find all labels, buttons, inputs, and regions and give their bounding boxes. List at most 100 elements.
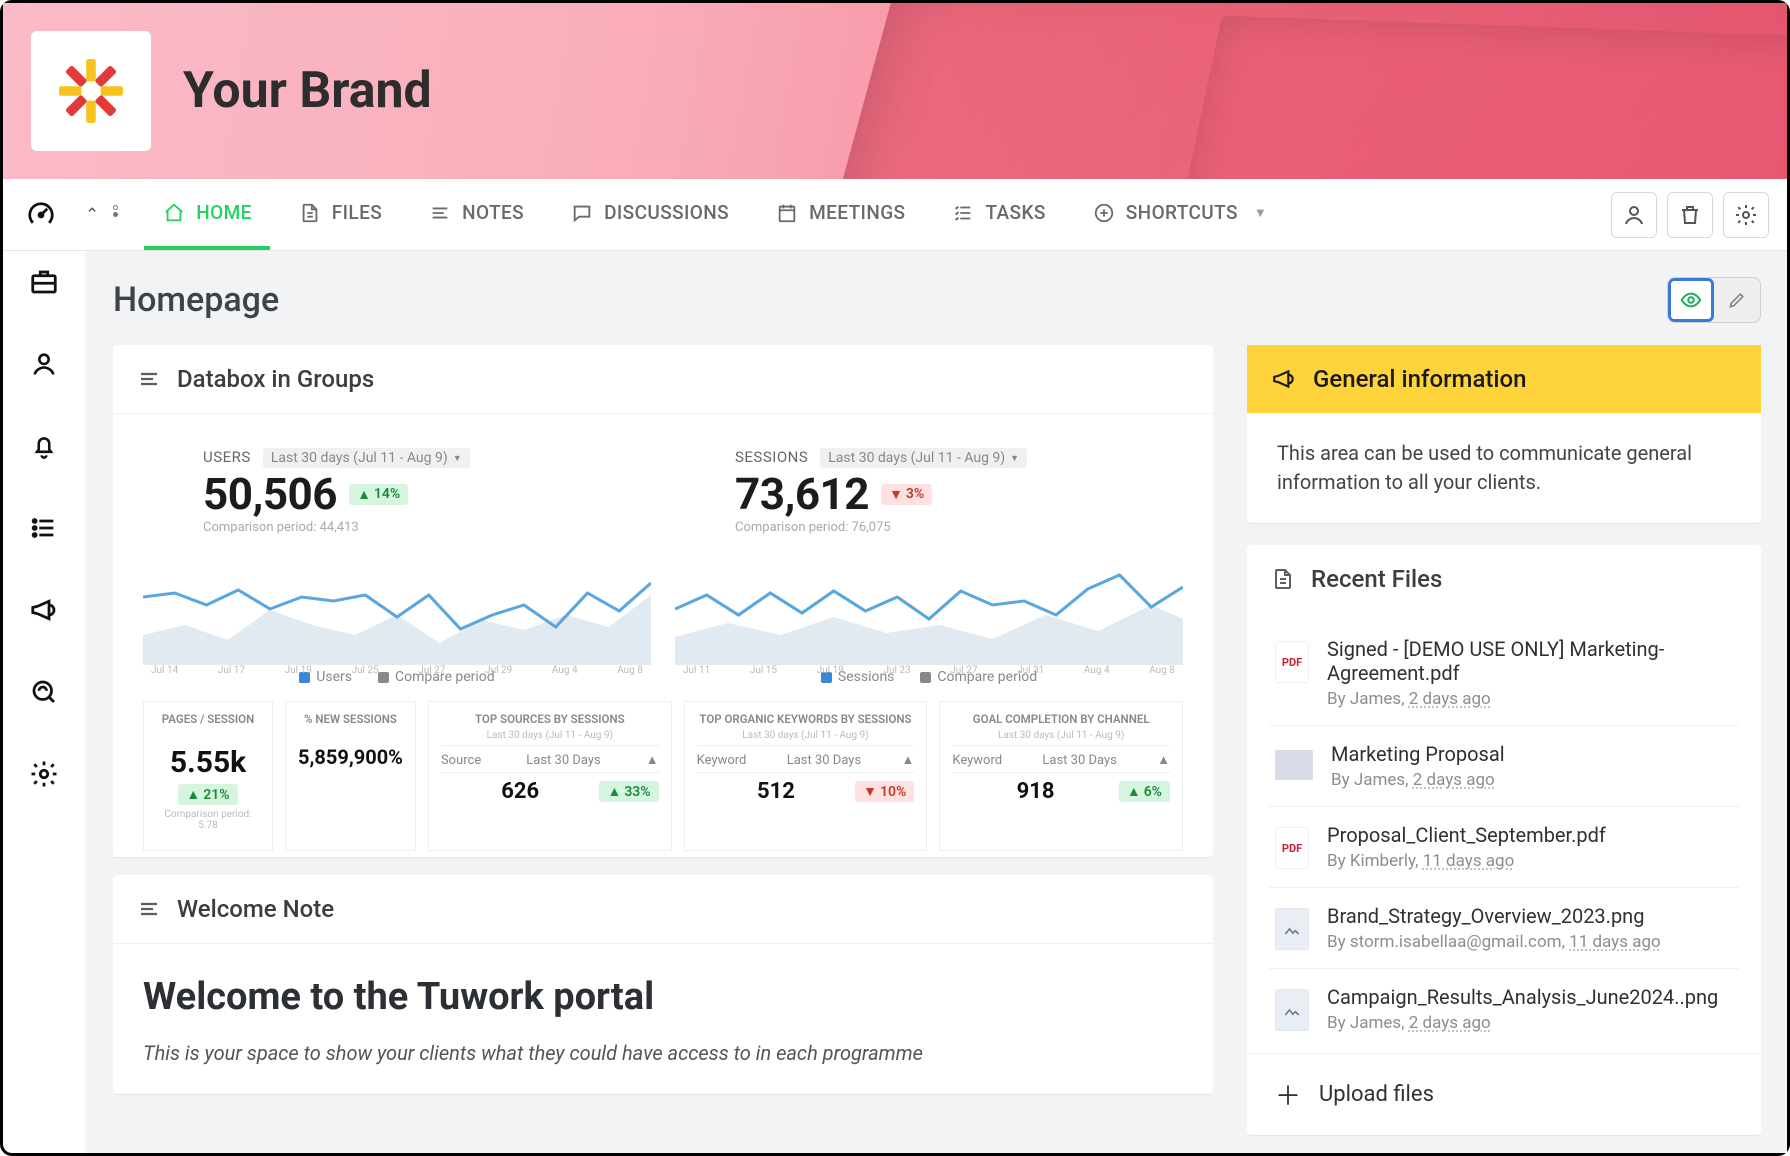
- metric-label: USERS: [203, 448, 251, 466]
- view-toggle: [1667, 277, 1761, 323]
- date-range-dropdown[interactable]: Last 30 days (Jul 11 - Aug 9) ▼: [820, 448, 1027, 468]
- sidebar-settings-icon[interactable]: [17, 747, 71, 801]
- top-nav: ⌃ HOME FILES NOTES DISCUSSIONS MEETINGS …: [3, 179, 1787, 251]
- sidebar-user-icon[interactable]: [17, 337, 71, 391]
- sidebar-briefcase-icon[interactable]: [17, 255, 71, 309]
- tab-label: MEETINGS: [809, 201, 905, 224]
- file-name: Marketing Proposal: [1331, 742, 1733, 766]
- file-meta: By James, 2 days ago: [1327, 1013, 1733, 1033]
- tab-notes[interactable]: NOTES: [410, 180, 542, 250]
- metric-value: 50,506: [203, 468, 337, 520]
- users-chart: Jul 14Jul 17Jul 19Jul 25Jul 27Jul 29Aug …: [143, 535, 651, 665]
- tab-discussions[interactable]: DISCUSSIONS: [552, 180, 747, 250]
- file-name: Proposal_Client_September.pdf: [1327, 823, 1733, 847]
- brand-banner: Your Brand: [3, 3, 1787, 179]
- comparison-text: Comparison period: 44,413: [143, 520, 651, 535]
- file-meta: By James, 2 days ago: [1331, 770, 1733, 790]
- file-meta: By Kimberly, 11 days ago: [1327, 851, 1733, 871]
- comparison-text: Comparison period: 76,075: [675, 520, 1183, 535]
- databox-title: Databox in Groups: [177, 365, 374, 393]
- page-title: Homepage: [113, 280, 279, 320]
- mini-top-sources: TOP SOURCES BY SESSIONS Last 30 days (Ju…: [428, 701, 672, 851]
- metric-sessions: SESSIONS Last 30 days (Jul 11 - Aug 9) ▼…: [675, 440, 1183, 685]
- file-row[interactable]: Campaign_Results_Analysis_June2024..png B…: [1269, 969, 1739, 1049]
- welcome-card: Welcome Note Welcome to the Tuwork porta…: [113, 875, 1213, 1094]
- upload-files-button[interactable]: ＋ Upload files: [1247, 1053, 1761, 1135]
- calendar-icon: [775, 201, 799, 225]
- sidebar-list-icon[interactable]: [17, 501, 71, 555]
- tab-label: FILES: [332, 201, 382, 224]
- tab-label: SHORTCUTS: [1126, 201, 1238, 224]
- list-icon: [137, 897, 161, 921]
- sessions-chart: Jul 11Jul 15Jul 19Jul 23Jul 27Jul 31Aug …: [675, 535, 1183, 665]
- file-icon: [298, 201, 322, 225]
- brand-title: Your Brand: [183, 62, 432, 120]
- checklist-icon: [951, 201, 975, 225]
- file-meta: By storm.isabellaa@gmail.com, 11 days ag…: [1327, 932, 1733, 952]
- mini-top-keywords: TOP ORGANIC KEYWORDS BY SESSIONS Last 30…: [684, 701, 928, 851]
- file-name: Signed - [DEMO USE ONLY] Marketing-Agree…: [1327, 637, 1733, 685]
- img-file-icon: [1275, 989, 1309, 1031]
- tab-files[interactable]: FILES: [280, 180, 400, 250]
- metric-label: SESSIONS: [735, 448, 808, 466]
- collapse-up-icon[interactable]: ⌃: [85, 205, 99, 225]
- left-sidebar: [3, 251, 85, 1153]
- pdf-file-icon: PDF: [1275, 827, 1309, 869]
- sidebar-megaphone-icon[interactable]: [17, 583, 71, 637]
- welcome-title: Welcome to the Tuwork portal: [143, 970, 1183, 1025]
- file-row[interactable]: Brand_Strategy_Overview_2023.png By storm…: [1269, 888, 1739, 969]
- tab-label: DISCUSSIONS: [604, 201, 729, 224]
- user-button[interactable]: [1611, 192, 1657, 238]
- tab-label: TASKS: [985, 201, 1045, 224]
- file-row[interactable]: PDF Signed - [DEMO USE ONLY] Marketing-Ag…: [1269, 621, 1739, 726]
- file-row[interactable]: PDF Proposal_Client_September.pdf By Kimbe…: [1269, 807, 1739, 888]
- settings-button[interactable]: [1723, 192, 1769, 238]
- chat-icon: [570, 201, 594, 225]
- tab-shortcuts[interactable]: SHORTCUTS ▼: [1074, 180, 1285, 250]
- metric-users: USERS Last 30 days (Jul 11 - Aug 9) ▼ 50…: [143, 440, 651, 685]
- change-badge: ▼ 3%: [881, 484, 932, 505]
- note-icon: [428, 201, 452, 225]
- megaphone-icon: [1271, 366, 1297, 392]
- mini-goal-completion: GOAL COMPLETION BY CHANNEL Last 30 days …: [939, 701, 1183, 851]
- view-mode-preview[interactable]: [1668, 278, 1714, 322]
- brand-logo: [31, 31, 151, 151]
- plus-icon: ＋: [1275, 1076, 1301, 1113]
- upload-label: Upload files: [1319, 1082, 1434, 1107]
- file-icon: [1271, 567, 1295, 591]
- collapse-dots-icon[interactable]: [113, 205, 118, 225]
- welcome-subtitle: This is your space to show your clients …: [143, 1039, 1183, 1068]
- chevron-down-icon: ▼: [1254, 205, 1267, 221]
- tab-tasks[interactable]: TASKS: [933, 180, 1063, 250]
- sidebar-search-refresh-icon[interactable]: [17, 665, 71, 719]
- folder-file-icon: [1275, 750, 1313, 780]
- view-mode-edit[interactable]: [1714, 278, 1760, 322]
- trash-button[interactable]: [1667, 192, 1713, 238]
- mini-pages-session: PAGES / SESSION 5.55k ▲ 21% Comparison p…: [143, 701, 273, 851]
- plus-circle-icon: [1092, 201, 1116, 225]
- metric-value: 73,612: [735, 468, 869, 520]
- general-info-card: General information This area can be use…: [1247, 345, 1761, 523]
- date-range-dropdown[interactable]: Last 30 days (Jul 11 - Aug 9) ▼: [263, 448, 470, 468]
- sidebar-bell-icon[interactable]: [17, 419, 71, 473]
- info-title: General information: [1313, 365, 1526, 393]
- file-name: Brand_Strategy_Overview_2023.png: [1327, 904, 1733, 928]
- file-name: Campaign_Results_Analysis_June2024..png: [1327, 985, 1733, 1009]
- tab-label: NOTES: [462, 201, 524, 224]
- tab-label: HOME: [196, 201, 252, 224]
- info-body: This area can be used to communicate gen…: [1247, 413, 1761, 523]
- recent-files-card: Recent Files PDF Signed - [DEMO USE ONLY]…: [1247, 545, 1761, 1135]
- file-meta: By James, 2 days ago: [1327, 689, 1733, 709]
- recent-title: Recent Files: [1311, 565, 1442, 593]
- file-row[interactable]: Marketing Proposal By James, 2 days ago: [1269, 726, 1739, 807]
- tab-meetings[interactable]: MEETINGS: [757, 180, 923, 250]
- welcome-header: Welcome Note: [177, 895, 334, 923]
- list-icon: [137, 367, 161, 391]
- change-badge: ▲ 14%: [349, 484, 408, 505]
- databox-card: Databox in Groups USERS Last 30 days (Ju…: [113, 345, 1213, 857]
- speedometer-icon[interactable]: [23, 197, 59, 233]
- tab-home[interactable]: HOME: [144, 180, 270, 250]
- pdf-file-icon: PDF: [1275, 641, 1309, 683]
- img-file-icon: [1275, 908, 1309, 950]
- home-icon: [162, 201, 186, 225]
